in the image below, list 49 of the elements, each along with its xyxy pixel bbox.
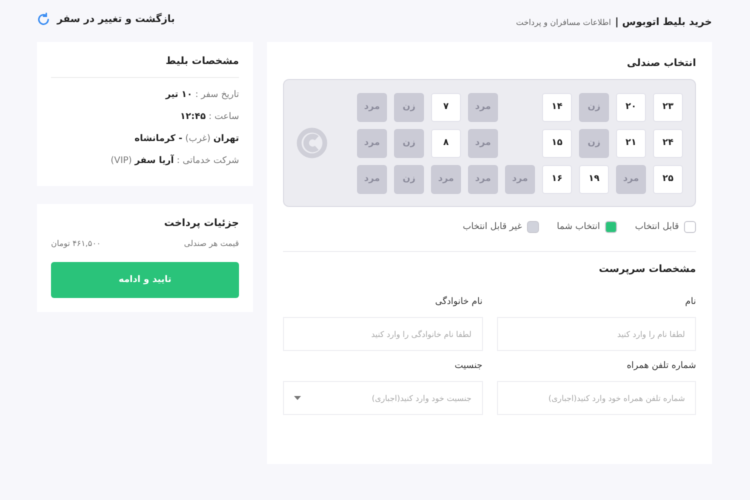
field-label: نام خانوادگی [434,297,482,307]
section-title: مشخصات سرپرست [598,264,696,275]
legend-label: غیر قابل انتخاب [462,222,522,232]
field-label: نام [684,297,696,307]
seat: مرد [468,164,498,194]
seat[interactable]: ۲۳ [653,92,683,122]
seat[interactable]: ۲۱ [616,128,646,158]
seat: زن [579,128,609,158]
page-subtitle: اطلاعات مسافران و پرداخت [516,18,612,26]
seat[interactable]: ۱۵ [542,128,572,158]
input-field[interactable]: شماره تلفن همراه خود وارد کنید(اجباری) [496,381,696,415]
seat[interactable]: ۸ [431,128,461,158]
seat: زن [394,164,424,194]
section-title: انتخاب صندلی [626,58,696,69]
card-title: مشخصات بلیط [164,56,239,67]
seat: مرد [357,164,387,194]
seat: مرد [357,128,387,158]
seat: مرد [505,164,535,194]
field-label: جنسیت [454,361,482,371]
seat: زن [579,92,609,122]
seat[interactable]: ۲۰ [616,92,646,122]
seat[interactable]: ۱۶ [542,164,572,194]
input-field[interactable]: لطفا نام را وارد کنید [496,317,696,351]
caret-icon [294,396,301,400]
price-value: ۴۶۱,۵۰۰ تومان [51,239,101,248]
price-label: قیمت هر صندلی [184,239,239,248]
seat[interactable]: ۱۹ [579,164,609,194]
seat: مرد [616,164,646,194]
ticket-detail: تاریخ سفر : ۱۰ تیر [164,89,239,102]
seat: زن [394,128,424,158]
ticket-detail: ساعت : ۱۲:۴۵ [179,111,239,124]
legend-label: انتخاب شما [556,222,600,232]
back-link[interactable]: بازگشت و تغییر در سفر [36,12,175,26]
seat: مرد [468,92,498,122]
card-title: جزئیات پرداخت [163,218,239,229]
input-field[interactable]: لطفا نام خانوادگی را وارد کنید [283,317,482,351]
seat: مرد [431,164,461,194]
seat[interactable]: ۷ [431,92,461,122]
seat: زن [394,92,424,122]
page-title: خرید بلیط اتوبوس | [615,16,712,28]
legend-label: قابل انتخاب [635,222,679,232]
seat: مرد [468,128,498,158]
ticket-detail: تهران (غرب) - کرمانشاه [134,133,239,146]
refresh-icon [36,12,51,26]
seat[interactable]: ۲۴ [653,128,683,158]
seat: مرد [357,92,387,122]
seat[interactable]: ۱۴ [542,92,572,122]
seat[interactable]: ۲۵ [653,164,683,194]
field-label: شماره تلفن همراه [626,361,696,371]
